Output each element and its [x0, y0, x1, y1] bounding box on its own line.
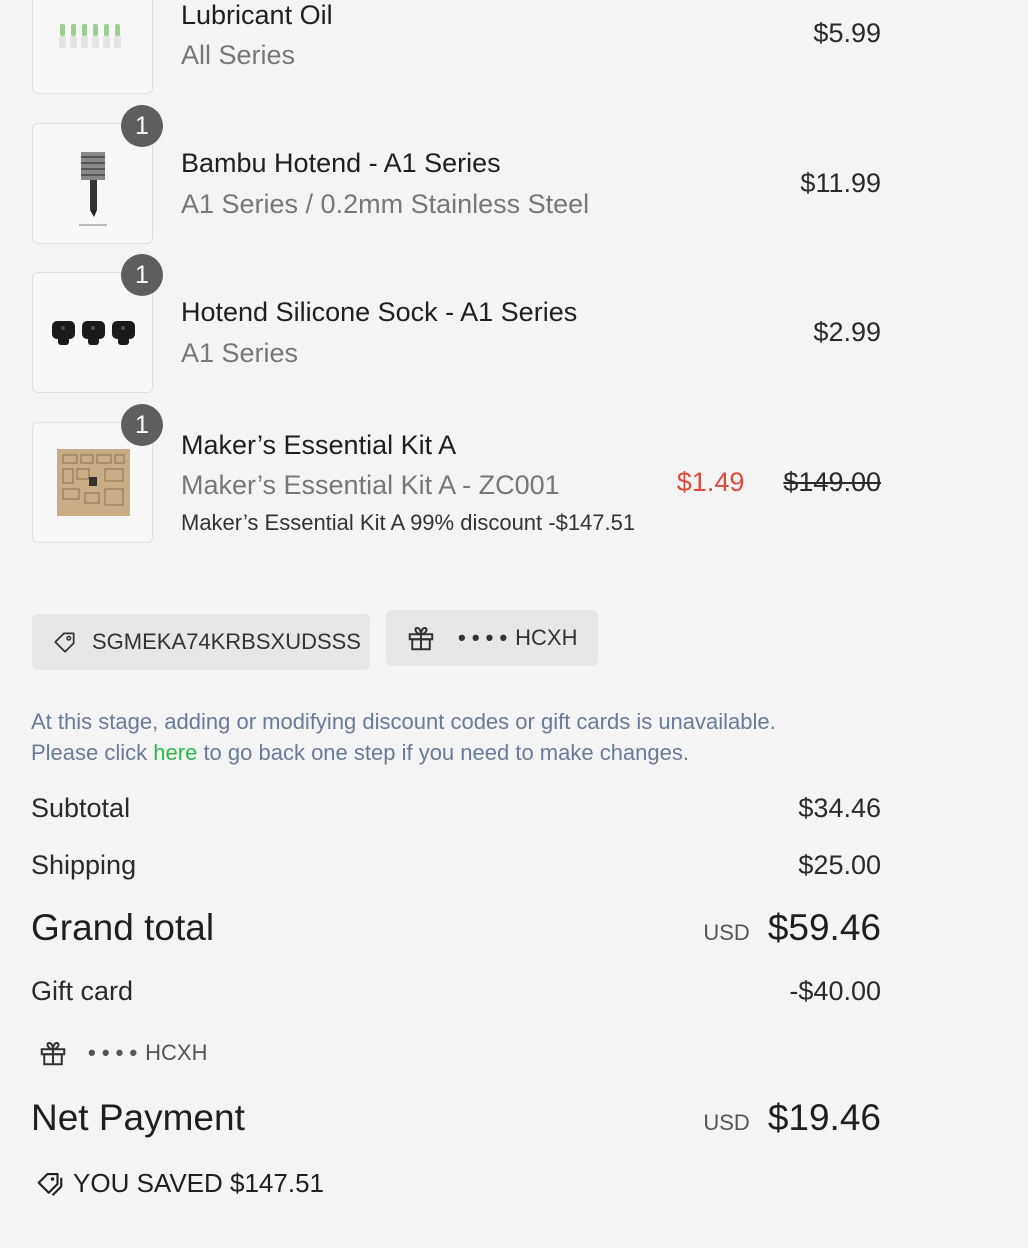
gift-card-row: Gift card -$40.00: [31, 976, 881, 1007]
quantity-badge: 1: [121, 105, 163, 147]
gift-card-chip: • • • • HCXH: [386, 610, 598, 666]
net-payment-value: $19.46: [767, 1097, 881, 1138]
subtotal-value: $34.46: [798, 793, 881, 823]
item-price: $11.99: [800, 168, 881, 198]
shipping-label: Shipping: [31, 850, 137, 880]
net-payment-label: Net Payment: [31, 1097, 245, 1138]
discount-notice: At this stage, adding or modifying disco…: [31, 706, 776, 768]
currency-label: USD: [703, 1110, 750, 1135]
lubricant-oil-image: [59, 24, 121, 48]
item-variant: A1 Series: [181, 338, 299, 368]
shipping-row: Shipping $25.00: [31, 850, 881, 881]
notice-line-1: At this stage, adding or modifying disco…: [31, 709, 776, 734]
tag-icon: [54, 632, 75, 653]
item-name: Lubricant Oil: [181, 0, 333, 30]
subtotal-label: Subtotal: [31, 793, 131, 823]
quantity-badge: 1: [121, 404, 163, 446]
applied-gift-card: • • • • HCXH: [38, 1038, 208, 1068]
product-thumbnail: 1: [32, 105, 163, 244]
grand-total-value: $59.46: [767, 907, 881, 948]
item-price: $2.99: [813, 317, 881, 347]
item-price: $5.99: [813, 18, 881, 48]
gift-card-mask: • • • •: [458, 625, 508, 650]
shipping-value: $25.00: [798, 850, 881, 880]
gift-card-mask: • • • •: [88, 1040, 138, 1065]
net-payment-row: Net Payment USD $19.46: [31, 1097, 881, 1139]
item-price-group: $1.49 $149.00: [677, 467, 881, 498]
item-variant: All Series: [181, 40, 296, 70]
product-thumbnail: 1: [32, 404, 163, 543]
savings-banner: YOU SAVED $147.51: [35, 1168, 324, 1199]
tags-icon: [37, 1172, 63, 1196]
original-price: $149.00: [783, 467, 881, 497]
item-variant: Maker’s Essential Kit A - ZC001: [181, 470, 560, 500]
gift-card-suffix: HCXH: [515, 625, 578, 650]
gift-card-label: Gift card: [31, 976, 134, 1006]
quantity-badge: 1: [121, 254, 163, 296]
item-name: Bambu Hotend - A1 Series: [181, 148, 501, 178]
gift-card-amount: -$40.00: [789, 976, 881, 1006]
discount-code-chip: SGMEKA74KRBSXUDSSS: [32, 614, 370, 670]
notice-line-2: Please click here to go back one step if…: [31, 740, 689, 765]
subtotal-row: Subtotal $34.46: [31, 793, 881, 824]
item-variant: A1 Series / 0.2mm Stainless Steel: [181, 189, 590, 219]
product-thumbnail: [32, 0, 153, 94]
item-name: Maker’s Essential Kit A: [181, 430, 457, 460]
grand-total-row: Grand total USD $59.46: [31, 907, 881, 949]
item-name: Hotend Silicone Sock - A1 Series: [181, 297, 578, 327]
gift-card-suffix: HCXH: [145, 1040, 208, 1065]
discount-code: SGMEKA74KRBSXUDSSS: [92, 629, 361, 654]
sale-price: $1.49: [676, 467, 745, 497]
currency-label: USD: [703, 920, 750, 945]
item-discount-note: Maker’s Essential Kit A 99% discount -$1…: [181, 510, 636, 535]
saved-text: YOU SAVED $147.51: [73, 1168, 324, 1198]
grand-total-label: Grand total: [31, 907, 215, 948]
gift-icon: [408, 626, 434, 651]
gift-icon: [40, 1041, 66, 1066]
product-thumbnail: 1: [32, 254, 163, 393]
go-back-link[interactable]: here: [153, 740, 197, 765]
